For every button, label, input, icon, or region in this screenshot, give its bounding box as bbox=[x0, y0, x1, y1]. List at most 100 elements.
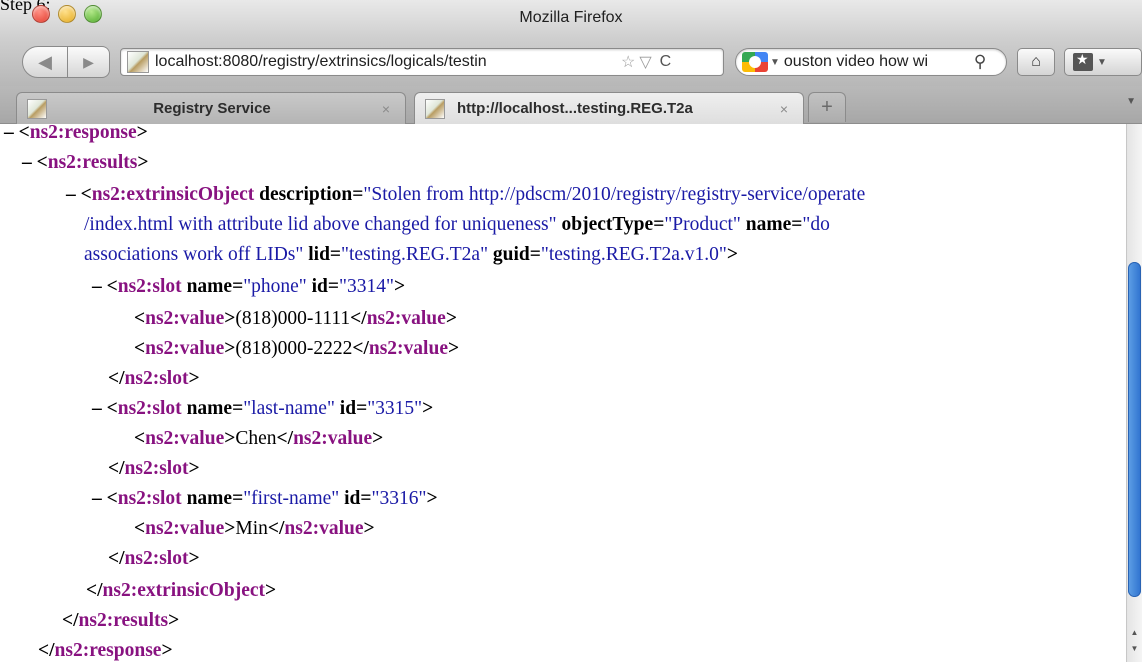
tab-registry-service[interactable]: Registry Service × bbox=[16, 92, 406, 124]
xml-tag-name: ns2:value bbox=[284, 518, 364, 539]
xml-line-response-open: – <ns2:response> bbox=[4, 124, 148, 148]
xml-attr-name: name bbox=[745, 214, 792, 235]
tab-localhost-testing[interactable]: http://localhost...testing.REG.T2a × bbox=[414, 92, 804, 124]
window-title: Mozilla Firefox bbox=[519, 9, 623, 26]
collapse-toggle[interactable]: – bbox=[22, 152, 32, 173]
vertical-scrollbar[interactable]: ▲ ▼ bbox=[1126, 124, 1142, 662]
collapse-toggle[interactable]: – bbox=[92, 488, 102, 509]
search-magnifier-icon[interactable]: ⚲ bbox=[974, 52, 986, 72]
zoom-window-button[interactable] bbox=[84, 5, 102, 23]
xml-attr-value: "3315" bbox=[367, 398, 423, 419]
bookmarks-dropdown-icon[interactable]: ▼ bbox=[1097, 57, 1107, 68]
collapse-toggle[interactable]: – bbox=[66, 184, 76, 205]
scrollbar-thumb[interactable] bbox=[1128, 262, 1141, 597]
xml-tag-name: ns2:value bbox=[145, 338, 225, 359]
site-identity-icon[interactable] bbox=[127, 51, 149, 73]
search-bar[interactable]: ▼ ouston video how wi ⚲ bbox=[735, 48, 1007, 76]
xml-equals: = bbox=[329, 244, 342, 265]
xml-attr-value: "first-name" bbox=[243, 488, 340, 509]
xml-attr-name: name bbox=[186, 276, 233, 297]
collapse-toggle[interactable]: – bbox=[92, 276, 102, 297]
xml-text: Min bbox=[235, 518, 268, 539]
xml-tag-name: ns2:extrinsicObject bbox=[91, 184, 255, 205]
xml-tag-name: ns2:value bbox=[293, 428, 373, 449]
xml-attr-value: associations work off LIDs" bbox=[84, 244, 304, 265]
xml-tag-name: ns2:results bbox=[47, 152, 138, 173]
bookmark-star-icon[interactable]: ☆ bbox=[621, 52, 635, 72]
xml-attr-value: "last-name" bbox=[243, 398, 335, 419]
xml-tag-name: ns2:response bbox=[54, 640, 162, 661]
xml-attr-name: description bbox=[259, 184, 353, 205]
xml-attr-name: name bbox=[186, 398, 233, 419]
xml-attr-name: objectType bbox=[561, 214, 654, 235]
xml-tag-name: ns2:slot bbox=[117, 398, 182, 419]
google-search-engine-icon[interactable] bbox=[742, 52, 768, 72]
xml-line-slot-lastname-open: – <ns2:slot name="last-name" id="3315"> bbox=[92, 398, 434, 419]
xml-bracket: < bbox=[36, 152, 48, 173]
xml-line-value: <ns2:value>Chen</ns2:value> bbox=[134, 428, 384, 449]
collapse-toggle[interactable]: – bbox=[4, 124, 14, 143]
home-button[interactable]: ⌂ bbox=[1017, 48, 1055, 76]
xml-line-slot-close: </ns2:slot> bbox=[108, 458, 200, 479]
collapse-toggle[interactable]: – bbox=[92, 398, 102, 419]
xml-line-extrinsic-close: </ns2:extrinsicObject> bbox=[86, 580, 277, 601]
bookmarks-button[interactable]: ▼ bbox=[1064, 48, 1142, 76]
xml-tag-name: ns2:value bbox=[145, 308, 225, 329]
xml-attr-value: "Stolen from http://pdscm/2010/registry/… bbox=[363, 184, 866, 205]
tab-list-dropdown-icon[interactable]: ▼ bbox=[1126, 96, 1136, 107]
url-bar[interactable]: localhost:8080/registry/extrinsics/logic… bbox=[120, 48, 724, 76]
xml-equals: = bbox=[653, 214, 665, 235]
xml-bracket: < bbox=[80, 184, 92, 205]
xml-attr-value: "3314" bbox=[339, 276, 394, 297]
forward-button[interactable]: ▶ bbox=[68, 46, 110, 78]
xml-equals: = bbox=[791, 214, 803, 235]
xml-tag-name: ns2:response bbox=[29, 124, 137, 143]
xml-attr-name: name bbox=[186, 488, 233, 509]
xml-line-response-close: </ns2:response> bbox=[38, 640, 173, 661]
xml-tag-name: ns2:value bbox=[368, 338, 448, 359]
xml-line-extrinsic-open-2: /index.html with attribute lid above cha… bbox=[84, 210, 830, 240]
xml-attr-value: "testing.REG.T2a.v1.0" bbox=[540, 244, 727, 265]
window-controls bbox=[32, 5, 102, 23]
back-button[interactable]: ◀ bbox=[22, 46, 68, 78]
minimize-window-button[interactable] bbox=[58, 5, 76, 23]
navigation-toolbar: ◀ ▶ localhost:8080/registry/extrinsics/l… bbox=[0, 38, 1142, 86]
plus-icon: + bbox=[821, 96, 833, 118]
close-window-button[interactable] bbox=[32, 5, 50, 23]
xml-tag-name: ns2:value bbox=[145, 428, 225, 449]
window-titlebar: Mozilla Firefox bbox=[0, 0, 1142, 38]
url-text[interactable]: localhost:8080/registry/extrinsics/logic… bbox=[155, 53, 617, 71]
xml-attr-value: "3316" bbox=[371, 488, 427, 509]
xml-attr-name: id bbox=[311, 276, 328, 297]
tab-label: http://localhost...testing.REG.T2a bbox=[457, 100, 693, 117]
xml-attr-value: "do bbox=[802, 214, 830, 235]
url-history-dropdown-icon[interactable]: ▽ bbox=[639, 52, 651, 72]
xml-text: Chen bbox=[235, 428, 277, 449]
search-engine-dropdown-icon[interactable]: ▼ bbox=[770, 57, 780, 68]
back-arrow-icon: ◀ bbox=[38, 51, 52, 72]
xml-attr-name: id bbox=[339, 398, 357, 419]
search-input[interactable]: ouston video how wi bbox=[784, 53, 970, 71]
xml-tag-name: ns2:slot bbox=[124, 368, 189, 389]
xml-line-slot-phone-open: – <ns2:slot name="phone" id="3314"> bbox=[92, 276, 406, 297]
scroll-up-icon[interactable]: ▲ bbox=[1127, 626, 1142, 640]
xml-attr-name: lid bbox=[308, 244, 330, 265]
xml-line-value: <ns2:value>Min</ns2:value> bbox=[134, 518, 375, 539]
xml-tag-name: ns2:slot bbox=[124, 458, 189, 479]
xml-line-value: <ns2:value>(818)000-2222</ns2:value> bbox=[134, 338, 460, 359]
new-tab-button[interactable]: + bbox=[808, 92, 846, 122]
tab-favicon-icon bbox=[425, 98, 445, 119]
xml-equals: = bbox=[352, 184, 364, 205]
tab-strip: Registry Service × http://localhost...te… bbox=[0, 86, 1142, 124]
xml-bracket: > bbox=[137, 152, 149, 173]
xml-tag-name: ns2:extrinsicObject bbox=[102, 580, 265, 601]
tab-close-icon[interactable]: × bbox=[775, 101, 793, 117]
xml-text: (818)000-2222 bbox=[235, 338, 353, 359]
scroll-down-icon[interactable]: ▼ bbox=[1127, 642, 1142, 656]
reload-icon[interactable]: C bbox=[660, 53, 672, 71]
xml-line-slot-close: </ns2:slot> bbox=[108, 368, 200, 389]
bookmarks-icon bbox=[1073, 51, 1093, 71]
xml-equals: = bbox=[529, 244, 541, 265]
tab-close-icon[interactable]: × bbox=[377, 101, 395, 117]
xml-bracket: < bbox=[18, 124, 30, 143]
